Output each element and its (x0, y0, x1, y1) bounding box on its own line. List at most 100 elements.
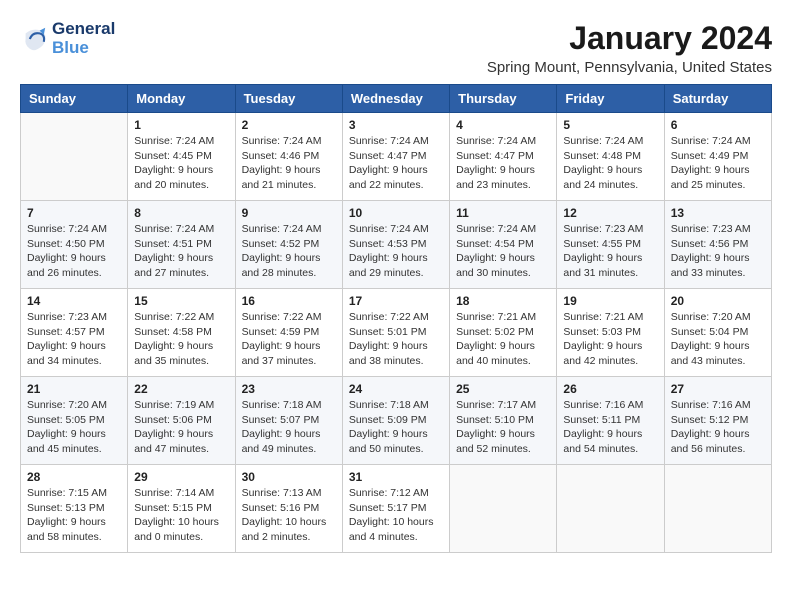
day-number: 22 (134, 382, 228, 396)
cell-info: Sunrise: 7:24 AM Sunset: 4:49 PM Dayligh… (671, 134, 765, 193)
calendar-cell (450, 465, 557, 553)
calendar-cell: 6 Sunrise: 7:24 AM Sunset: 4:49 PM Daylig… (664, 113, 771, 201)
calendar-cell: 8Sunrise: 7:24 AM Sunset: 4:51 PM Daylig… (128, 201, 235, 289)
week-row-2: 7 Sunrise: 7:24 AM Sunset: 4:50 PM Daylig… (21, 201, 772, 289)
cell-info: Sunrise: 7:18 AM Sunset: 5:09 PM Dayligh… (349, 398, 443, 457)
day-number: 13 (671, 206, 765, 220)
cell-info: Sunrise: 7:12 AM Sunset: 5:17 PM Dayligh… (349, 486, 443, 545)
day-number: 31 (349, 470, 443, 484)
calendar-cell: 3 Sunrise: 7:24 AM Sunset: 4:47 PM Daylig… (342, 113, 449, 201)
column-header-thursday: Thursday (450, 85, 557, 113)
day-number: 10 (349, 206, 443, 220)
day-number: 12 (563, 206, 657, 220)
day-number: 30 (242, 470, 336, 484)
logo: General Blue (20, 20, 115, 57)
week-row-1: 1Sunrise: 7:24 AM Sunset: 4:45 PM Daylig… (21, 113, 772, 201)
calendar-cell: 12 Sunrise: 7:23 AM Sunset: 4:55 PM Dayli… (557, 201, 664, 289)
cell-info: Sunrise: 7:24 AM Sunset: 4:48 PM Dayligh… (563, 134, 657, 193)
calendar-cell: 29 Sunrise: 7:14 AM Sunset: 5:15 PM Dayli… (128, 465, 235, 553)
cell-info: Sunrise: 7:23 AM Sunset: 4:57 PM Dayligh… (27, 310, 121, 369)
cell-info: Sunrise: 7:24 AM Sunset: 4:50 PM Dayligh… (27, 222, 121, 281)
cell-info: Sunrise: 7:20 AM Sunset: 5:05 PM Dayligh… (27, 398, 121, 457)
calendar-cell: 19 Sunrise: 7:21 AM Sunset: 5:03 PM Dayli… (557, 289, 664, 377)
cell-info: Sunrise: 7:24 AM Sunset: 4:53 PM Dayligh… (349, 222, 443, 281)
cell-info: Sunrise: 7:24 AM Sunset: 4:54 PM Dayligh… (456, 222, 550, 281)
calendar-cell: 31 Sunrise: 7:12 AM Sunset: 5:17 PM Dayli… (342, 465, 449, 553)
calendar-cell: 28Sunrise: 7:15 AM Sunset: 5:13 PM Dayli… (21, 465, 128, 553)
calendar-cell: 15 Sunrise: 7:22 AM Sunset: 4:58 PM Dayli… (128, 289, 235, 377)
day-number: 2 (242, 118, 336, 132)
day-number: 6 (671, 118, 765, 132)
week-row-3: 14 Sunrise: 7:23 AM Sunset: 4:57 PM Dayli… (21, 289, 772, 377)
calendar-table: SundayMondayTuesdayWednesdayThursdayFrid… (20, 84, 772, 553)
day-number: 9 (242, 206, 336, 220)
calendar-cell: 17 Sunrise: 7:22 AM Sunset: 5:01 PM Dayli… (342, 289, 449, 377)
cell-info: Sunrise: 7:20 AM Sunset: 5:04 PM Dayligh… (671, 310, 765, 369)
day-number: 27 (671, 382, 765, 396)
cell-info: Sunrise: 7:21 AM Sunset: 5:03 PM Dayligh… (563, 310, 657, 369)
calendar-cell: 21 Sunrise: 7:20 AM Sunset: 5:05 PM Dayli… (21, 377, 128, 465)
day-number: 3 (349, 118, 443, 132)
cell-info: Sunrise: 7:13 AM Sunset: 5:16 PM Dayligh… (242, 486, 336, 545)
calendar-cell: 14 Sunrise: 7:23 AM Sunset: 4:57 PM Dayli… (21, 289, 128, 377)
day-number: 15 (134, 294, 228, 308)
calendar-cell: 10 Sunrise: 7:24 AM Sunset: 4:53 PM Dayli… (342, 201, 449, 289)
day-number: 21 (27, 382, 121, 396)
day-number: 25 (456, 382, 550, 396)
cell-info: Sunrise: 7:14 AM Sunset: 5:15 PM Dayligh… (134, 486, 228, 545)
cell-info: Sunrise: 7:17 AM Sunset: 5:10 PM Dayligh… (456, 398, 550, 457)
calendar-cell: 25 Sunrise: 7:17 AM Sunset: 5:10 PM Dayli… (450, 377, 557, 465)
calendar-cell: 7 Sunrise: 7:24 AM Sunset: 4:50 PM Daylig… (21, 201, 128, 289)
calendar-cell: 2 Sunrise: 7:24 AM Sunset: 4:46 PM Daylig… (235, 113, 342, 201)
day-number: 5 (563, 118, 657, 132)
day-number: 23 (242, 382, 336, 396)
cell-info: Sunrise: 7:16 AM Sunset: 5:11 PM Dayligh… (563, 398, 657, 457)
calendar-cell: 4 Sunrise: 7:24 AM Sunset: 4:47 PM Daylig… (450, 113, 557, 201)
calendar-cell (664, 465, 771, 553)
calendar-cell: 9 Sunrise: 7:24 AM Sunset: 4:52 PM Daylig… (235, 201, 342, 289)
day-number: 14 (27, 294, 121, 308)
day-number: 26 (563, 382, 657, 396)
cell-info: Sunrise: 7:15 AM Sunset: 5:13 PM Dayligh… (27, 486, 121, 545)
day-number: 7 (27, 206, 121, 220)
column-header-sunday: Sunday (21, 85, 128, 113)
calendar-cell: 1Sunrise: 7:24 AM Sunset: 4:45 PM Daylig… (128, 113, 235, 201)
calendar-cell: 18Sunrise: 7:21 AM Sunset: 5:02 PM Dayli… (450, 289, 557, 377)
day-number: 19 (563, 294, 657, 308)
location-title: Spring Mount, Pennsylvania, United State… (487, 59, 772, 76)
calendar-cell (557, 465, 664, 553)
calendar-cell: 20 Sunrise: 7:20 AM Sunset: 5:04 PM Dayli… (664, 289, 771, 377)
cell-info: Sunrise: 7:22 AM Sunset: 4:58 PM Dayligh… (134, 310, 228, 369)
week-row-5: 28Sunrise: 7:15 AM Sunset: 5:13 PM Dayli… (21, 465, 772, 553)
day-number: 20 (671, 294, 765, 308)
logo-line2: Blue (52, 39, 115, 58)
cell-info: Sunrise: 7:24 AM Sunset: 4:52 PM Dayligh… (242, 222, 336, 281)
cell-info: Sunrise: 7:24 AM Sunset: 4:47 PM Dayligh… (456, 134, 550, 193)
calendar-cell: 5 Sunrise: 7:24 AM Sunset: 4:48 PM Daylig… (557, 113, 664, 201)
month-title: January 2024 (487, 20, 772, 57)
calendar-cell: 26 Sunrise: 7:16 AM Sunset: 5:11 PM Dayli… (557, 377, 664, 465)
cell-info: Sunrise: 7:24 AM Sunset: 4:45 PM Dayligh… (134, 134, 228, 193)
page-header: General Blue January 2024 Spring Mount, … (20, 20, 772, 76)
calendar-cell: 16Sunrise: 7:22 AM Sunset: 4:59 PM Dayli… (235, 289, 342, 377)
day-number: 4 (456, 118, 550, 132)
column-header-saturday: Saturday (664, 85, 771, 113)
logo-icon (20, 25, 48, 53)
calendar-cell: 23 Sunrise: 7:18 AM Sunset: 5:07 PM Dayli… (235, 377, 342, 465)
logo-line1: General (52, 20, 115, 39)
cell-info: Sunrise: 7:16 AM Sunset: 5:12 PM Dayligh… (671, 398, 765, 457)
day-number: 29 (134, 470, 228, 484)
calendar-cell: 24Sunrise: 7:18 AM Sunset: 5:09 PM Dayli… (342, 377, 449, 465)
day-number: 17 (349, 294, 443, 308)
cell-info: Sunrise: 7:23 AM Sunset: 4:55 PM Dayligh… (563, 222, 657, 281)
cell-info: Sunrise: 7:18 AM Sunset: 5:07 PM Dayligh… (242, 398, 336, 457)
cell-info: Sunrise: 7:24 AM Sunset: 4:47 PM Dayligh… (349, 134, 443, 193)
calendar-cell (21, 113, 128, 201)
column-header-monday: Monday (128, 85, 235, 113)
cell-info: Sunrise: 7:24 AM Sunset: 4:46 PM Dayligh… (242, 134, 336, 193)
calendar-cell: 30 Sunrise: 7:13 AM Sunset: 5:16 PM Dayli… (235, 465, 342, 553)
week-row-4: 21 Sunrise: 7:20 AM Sunset: 5:05 PM Dayli… (21, 377, 772, 465)
cell-info: Sunrise: 7:23 AM Sunset: 4:56 PM Dayligh… (671, 222, 765, 281)
day-number: 18 (456, 294, 550, 308)
cell-info: Sunrise: 7:22 AM Sunset: 5:01 PM Dayligh… (349, 310, 443, 369)
